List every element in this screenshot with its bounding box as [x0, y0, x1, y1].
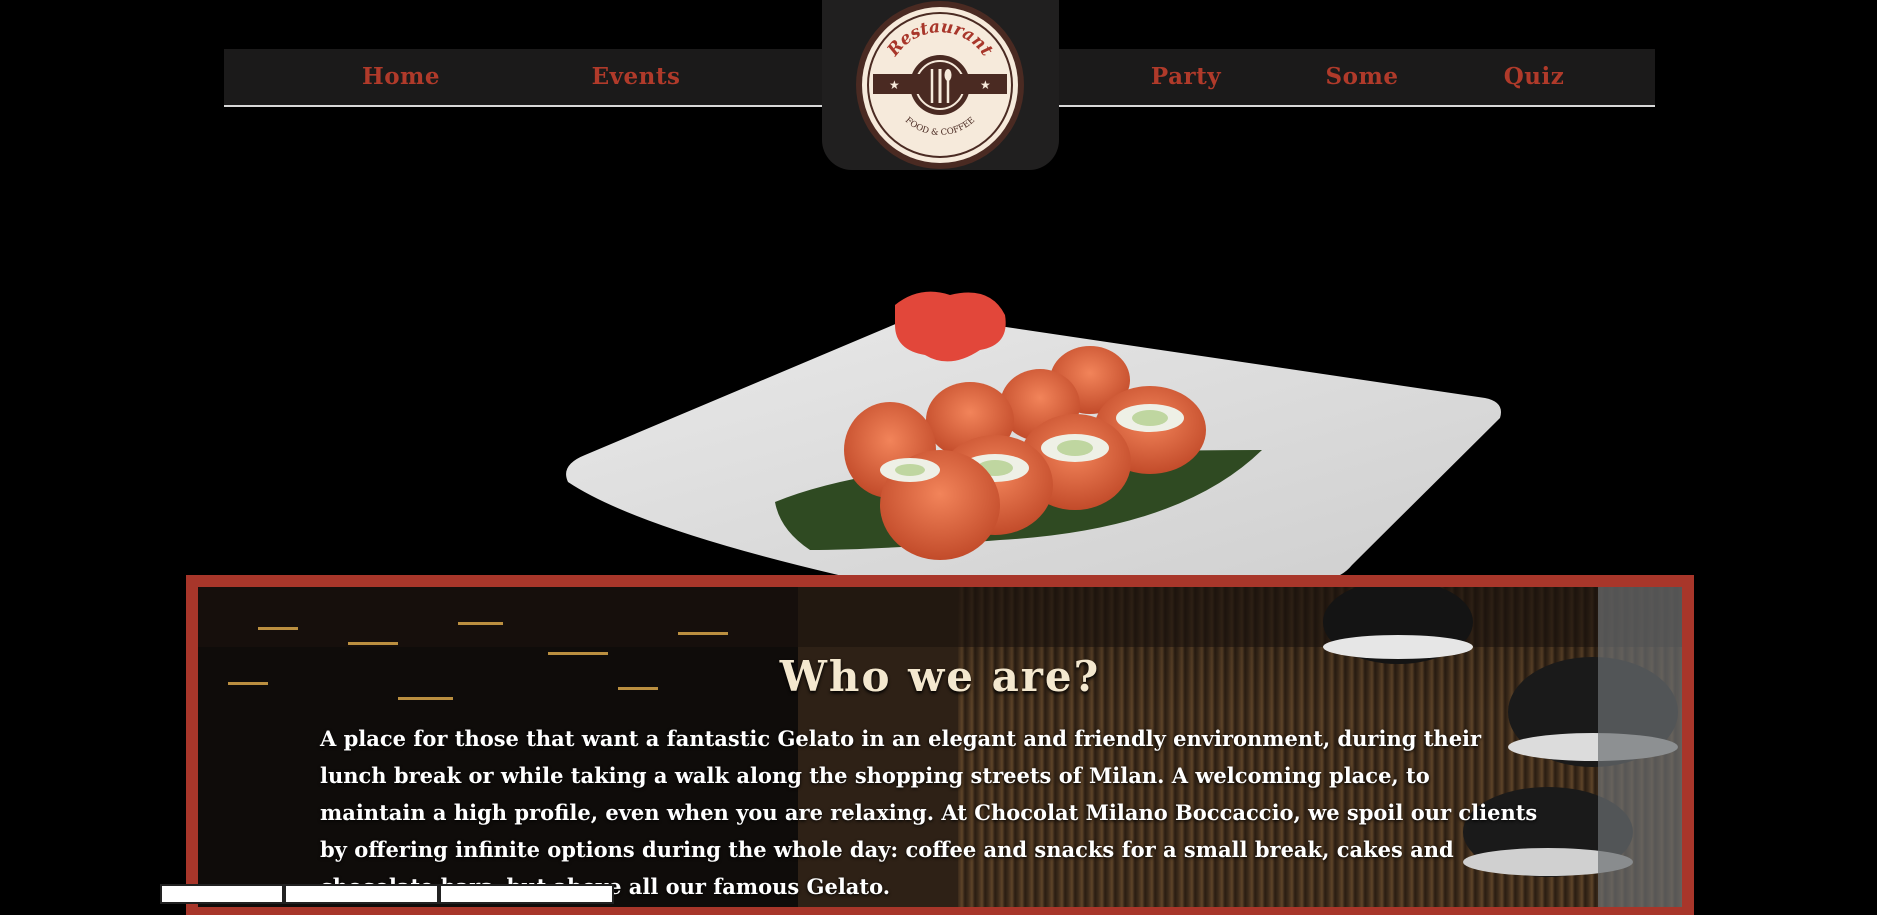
bottom-tab-1[interactable] — [160, 884, 284, 904]
about-text: A place for those that want a fantastic … — [320, 726, 1538, 899]
nav-home-link[interactable]: Home — [362, 49, 440, 105]
nav-party-link[interactable]: Party — [1151, 49, 1221, 105]
star-icon: ★ — [980, 78, 991, 92]
bottom-tab-2[interactable] — [284, 884, 439, 904]
about-title: Who we are? — [779, 651, 1101, 701]
nav-quiz-link[interactable]: Quiz — [1504, 49, 1565, 105]
about-section: Who we are? A place for those that want … — [198, 587, 1682, 907]
nav-some-link[interactable]: Some — [1326, 49, 1399, 105]
sushi-plate-image — [566, 291, 1501, 575]
nav-events-link[interactable]: Events — [592, 49, 681, 105]
star-icon: ★ — [889, 78, 900, 92]
hero-image — [0, 110, 1877, 575]
bottom-tab-3[interactable] — [439, 884, 614, 904]
